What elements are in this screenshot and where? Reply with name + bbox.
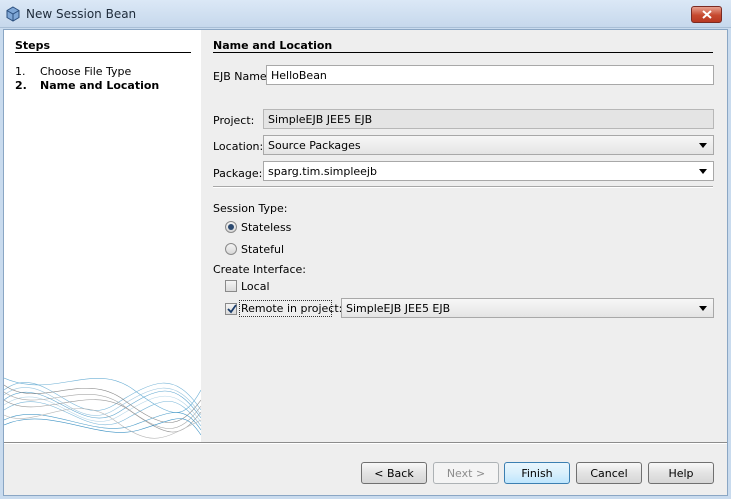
stateless-radio[interactable] — [225, 221, 237, 233]
dialog-body: Steps 1. Choose File Type 2. Name and Loca… — [3, 29, 728, 496]
stateful-label[interactable]: Stateful — [241, 243, 284, 256]
form-separator — [213, 186, 713, 188]
package-label: Package: — [213, 167, 263, 180]
finish-button[interactable]: Finish — [504, 462, 570, 484]
create-interface-label: Create Interface: — [213, 263, 307, 276]
step-label: Choose File Type — [40, 65, 132, 78]
stateless-label[interactable]: Stateless — [241, 221, 291, 234]
session-type-label: Session Type: — [213, 202, 288, 215]
help-button[interactable]: Help — [648, 462, 714, 484]
remote-checkbox[interactable] — [225, 303, 237, 315]
netbeans-cube-icon — [6, 6, 20, 22]
chevron-down-icon[interactable] — [699, 169, 707, 174]
project-field: SimpleEJB JEE5 EJB — [263, 109, 714, 129]
remote-project-value: SimpleEJB JEE5 EJB — [346, 302, 451, 315]
step-choose-file-type: 1. Choose File Type — [15, 65, 131, 78]
button-bar-divider — [4, 442, 727, 444]
chevron-down-icon[interactable] — [699, 143, 707, 148]
cancel-button[interactable]: Cancel — [576, 462, 642, 484]
steps-title: Steps — [15, 39, 51, 52]
stateful-radio[interactable] — [225, 243, 237, 255]
location-value: Source Packages — [268, 139, 361, 152]
window-title: New Session Bean — [26, 7, 137, 21]
section-title: Name and Location — [213, 39, 333, 52]
section-divider — [213, 52, 713, 53]
step-number: 1. — [15, 65, 26, 78]
close-icon — [702, 10, 712, 19]
local-label[interactable]: Local — [241, 280, 270, 293]
steps-divider — [15, 52, 191, 53]
next-button: Next > — [433, 462, 499, 484]
title-bar[interactable]: New Session Bean — [0, 0, 731, 28]
location-dropdown[interactable]: Source Packages — [263, 135, 714, 155]
decorative-wave-graphic — [4, 377, 201, 439]
close-button[interactable] — [691, 6, 722, 23]
remote-project-dropdown[interactable]: SimpleEJB JEE5 EJB — [341, 298, 714, 318]
chevron-down-icon[interactable] — [699, 306, 707, 311]
ejb-name-input[interactable]: HelloBean — [266, 65, 714, 85]
back-button[interactable]: < Back — [361, 462, 427, 484]
package-value: sparg.tim.simpleejb — [268, 165, 377, 178]
step-name-and-location: 2. Name and Location — [15, 79, 159, 92]
step-number: 2. — [15, 79, 27, 92]
remote-label[interactable]: Remote in project: — [241, 302, 342, 315]
form-panel: Name and Location EJB Name: HelloBean Pr… — [201, 30, 727, 442]
checkmark-icon — [227, 304, 237, 314]
ejb-name-label: EJB Name: — [213, 70, 271, 83]
steps-panel: Steps 1. Choose File Type 2. Name and Loca… — [4, 30, 201, 442]
package-combo[interactable]: sparg.tim.simpleejb — [263, 161, 714, 181]
location-label: Location: — [213, 140, 264, 153]
step-label: Name and Location — [40, 79, 160, 92]
local-checkbox[interactable] — [225, 280, 237, 292]
project-label: Project: — [213, 114, 255, 127]
